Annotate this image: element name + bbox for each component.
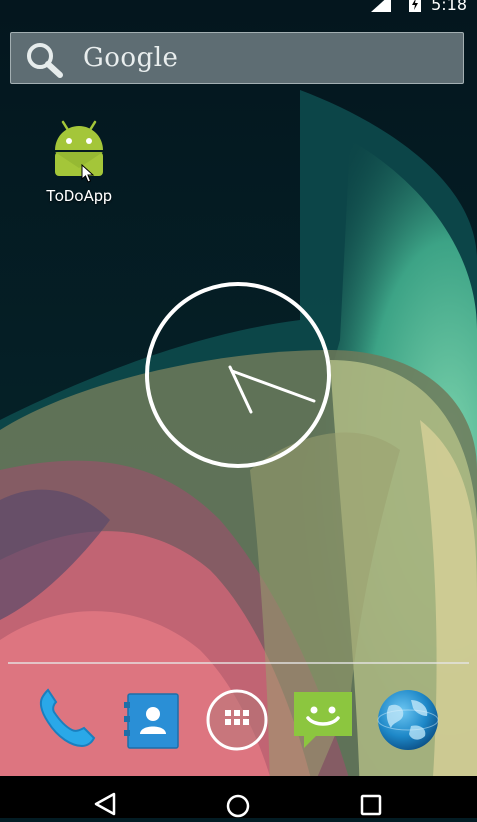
home-icon[interactable] [223,790,253,818]
android-robot-icon [55,120,103,176]
todoapp-shortcut[interactable]: ToDoApp [34,118,124,205]
google-search-bar[interactable]: Google [10,32,464,84]
contacts-icon [124,693,179,749]
status-bar: 5:18 [0,0,477,14]
recents-icon[interactable] [356,790,386,818]
cell-signal-icon [371,0,391,16]
dock [0,680,477,776]
messaging-dock-item[interactable] [290,686,356,752]
messaging-icon [294,692,352,748]
battery-charging-icon [409,0,421,16]
back-icon[interactable] [90,790,120,818]
phone-dock-item[interactable] [32,686,98,752]
search-icon [25,41,65,83]
navigation-bar [0,776,477,818]
clock-face [145,282,331,468]
app-drawer-icon [206,689,268,751]
browser-dock-item[interactable] [375,686,441,752]
status-time: 5:18 [431,0,467,14]
search-widget-label: Google [83,43,179,73]
mouse-cursor-icon [81,163,95,188]
dock-divider [8,662,469,664]
todoapp-label: ToDoApp [46,186,112,205]
all-apps-dock-item[interactable] [204,686,270,752]
analog-clock[interactable] [142,281,334,471]
people-dock-item[interactable] [120,686,186,752]
globe-icon [377,690,439,750]
phone-icon [39,688,96,748]
